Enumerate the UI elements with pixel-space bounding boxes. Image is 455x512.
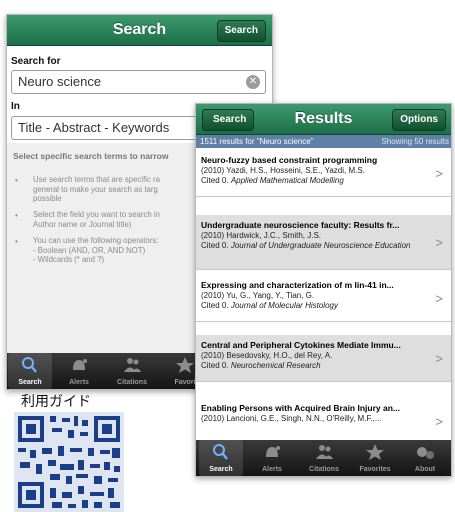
search-input[interactable]: Neuro science ✕: [11, 70, 266, 94]
result-authors: (2010) Besedovsky, H.O., del Rey, A.: [201, 351, 333, 360]
citations-people-icon: [316, 445, 333, 459]
tab-favorites-label: Favorites: [359, 466, 391, 473]
results-showing: Showing 50 results: [381, 137, 449, 146]
result-journal: Neurochemical Research: [230, 361, 321, 370]
tab-citations-label: Citations: [309, 466, 339, 473]
result-citation: Cited 0. Journal of Undergraduate Neuros…: [201, 241, 427, 251]
results-count: 1511 results for "Neuro science": [200, 137, 314, 146]
help-heading: Select specific search terms to narrow: [13, 151, 169, 161]
result-cited: Cited 0.: [201, 361, 229, 370]
in-label: In: [11, 101, 20, 112]
options-button[interactable]: Options: [392, 109, 446, 131]
bullet-icon: •: [15, 237, 18, 246]
result-title: Expressing and characterization of m lin…: [201, 280, 394, 290]
result-cited: Cited 0.: [201, 241, 229, 250]
result-authors: (2010) Yu, G., Yang, Y., Tian, G.: [201, 291, 315, 300]
chevron-right-icon: >: [435, 166, 443, 181]
search-input-value: Neuro science: [18, 74, 102, 89]
chevron-right-icon: >: [435, 291, 443, 306]
result-row[interactable]: Central and Peripheral Cytokines Mediate…: [196, 335, 451, 382]
tab-citations[interactable]: Citations: [302, 440, 346, 476]
star-icon: [366, 444, 384, 460]
result-journal: Applied Mathematical Modelling: [230, 176, 344, 185]
tab-alerts-label: Alerts: [69, 379, 89, 386]
tab-favorites[interactable]: Favorites: [353, 440, 397, 476]
result-row[interactable]: Neuro-fuzzy based constraint programming…: [196, 150, 451, 197]
search-field-value: Title - Abstract - Keywords: [18, 120, 170, 135]
magnifier-icon: [22, 357, 37, 373]
result-authors: (2010) Hardwick, J.C., Smith, J.S.: [201, 231, 322, 240]
chevron-right-icon: >: [435, 414, 443, 429]
tab-search-label: Search: [18, 379, 42, 386]
result-row[interactable]: Expressing and characterization of m lin…: [196, 275, 451, 322]
result-citation: Cited 0. Applied Mathematical Modelling: [201, 176, 427, 186]
result-citation: Cited 0. Neurochemical Research: [201, 361, 427, 371]
result-cited: Cited 0.: [201, 301, 229, 310]
result-title: Neuro-fuzzy based constraint programming: [201, 155, 378, 165]
about-dots-icon: [417, 447, 434, 459]
chevron-right-icon: >: [435, 351, 443, 366]
result-authors: (2010) Yazdi, H.S., Hosseini, S.E., Yazd…: [201, 166, 365, 175]
result-citation: Cited 0. Journal of Molecular Histology: [201, 301, 427, 311]
result-row[interactable]: Undergraduate neuroscience faculty: Resu…: [196, 215, 451, 270]
search-submit-button[interactable]: Search: [216, 20, 266, 42]
results-navbar: Search Results Options: [196, 104, 451, 135]
result-authors: (2010) Lancioni, G.E., Singh, N.N., O'Re…: [201, 414, 382, 423]
tab-alerts[interactable]: Alerts: [250, 440, 294, 476]
results-screen: Search Results Options 1511 results for …: [195, 103, 452, 477]
result-journal: Journal of Molecular Histology: [230, 301, 338, 310]
search-navbar: Search Search: [7, 15, 272, 46]
bullet-icon: •: [15, 176, 18, 185]
guide-label: 利用ガイド: [21, 393, 91, 409]
tab-search-label: Search: [209, 466, 233, 473]
tab-about[interactable]: About: [403, 440, 447, 476]
clear-icon[interactable]: ✕: [246, 75, 260, 89]
bullet-icon: •: [15, 211, 18, 220]
qr-code-icon[interactable]: [14, 412, 124, 512]
tab-citations-label: Citations: [117, 379, 147, 386]
result-row[interactable]: Enabling Persons with Acquired Brain Inj…: [196, 398, 451, 445]
tab-alerts-label: Alerts: [262, 466, 282, 473]
result-cited: Cited 0.: [201, 176, 229, 185]
results-tabbar: Search Alerts Citations Favorites About: [196, 440, 451, 476]
result-title: Enabling Persons with Acquired Brain Inj…: [201, 403, 400, 413]
alert-bell-icon: [73, 359, 87, 370]
tab-search[interactable]: Search: [199, 440, 243, 476]
results-summary-bar: 1511 results for "Neuro science" Showing…: [196, 135, 451, 148]
citations-people-icon: [124, 358, 141, 372]
chevron-right-icon: >: [435, 235, 443, 250]
search-for-label: Search for: [11, 56, 61, 67]
alert-bell-icon: [266, 446, 280, 457]
magnifier-icon: [213, 444, 228, 460]
tab-alerts[interactable]: Alerts: [57, 353, 101, 389]
result-title: Undergraduate neuroscience faculty: Resu…: [201, 220, 400, 230]
tab-citations[interactable]: Citations: [110, 353, 154, 389]
result-journal: Journal of Undergraduate Neuroscience Ed…: [230, 241, 411, 250]
tab-about-label: About: [414, 466, 436, 473]
result-title: Central and Peripheral Cytokines Mediate…: [201, 340, 401, 350]
tab-search[interactable]: Search: [8, 353, 52, 389]
